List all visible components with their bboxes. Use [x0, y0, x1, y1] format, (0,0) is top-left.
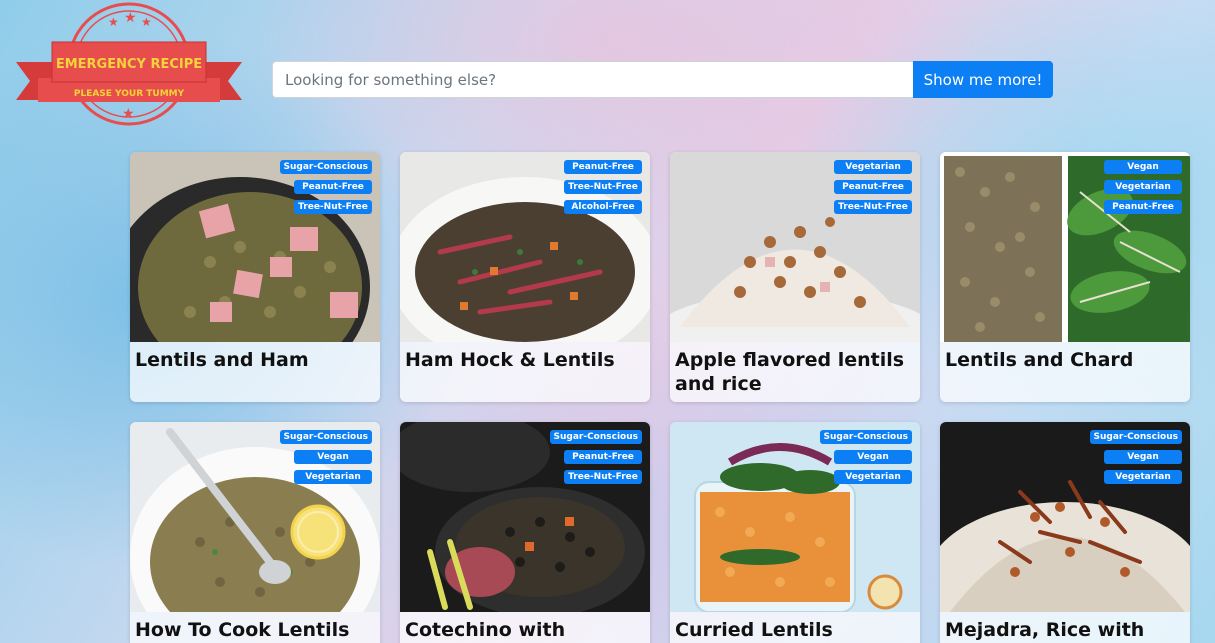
recipe-card[interactable]: Sugar-Conscious Vegan Vegetarian How To …: [130, 422, 380, 643]
diet-label: Sugar-Conscious: [549, 430, 642, 444]
diet-label: Vegetarian: [294, 470, 372, 484]
diet-label: Sugar-Conscious: [279, 160, 372, 174]
diet-label: Peanut-Free: [564, 450, 642, 464]
diet-label: Vegetarian: [1104, 470, 1182, 484]
recipe-card[interactable]: Vegan Vegetarian Peanut-Free Lentils and…: [940, 152, 1190, 402]
recipe-card[interactable]: Sugar-Conscious Peanut-Free Tree-Nut-Fre…: [130, 152, 380, 402]
diet-label: Tree-Nut-Free: [834, 200, 912, 214]
diet-label: Peanut-Free: [834, 180, 912, 194]
svg-text:★: ★: [108, 15, 119, 29]
diet-labels: Sugar-Conscious Vegan Vegetarian: [279, 430, 372, 484]
recipe-title[interactable]: Ham Hock & Lentils: [400, 342, 650, 372]
svg-text:★: ★: [141, 15, 152, 29]
recipe-title[interactable]: Apple flavored lentils and rice: [670, 342, 920, 396]
diet-label: Sugar-Conscious: [819, 430, 912, 444]
diet-label: Vegan: [1104, 160, 1182, 174]
diet-labels: Sugar-Conscious Peanut-Free Tree-Nut-Fre…: [279, 160, 372, 214]
logo-tagline: PLEASE YOUR TUMMY: [74, 89, 185, 99]
diet-label: Vegetarian: [834, 160, 912, 174]
recipe-title[interactable]: Lentils and Ham: [130, 342, 380, 372]
diet-label: Tree-Nut-Free: [294, 200, 372, 214]
show-more-button[interactable]: Show me more!: [913, 61, 1053, 98]
diet-label: Peanut-Free: [294, 180, 372, 194]
logo-title: EMERGENCY RECIPE: [56, 57, 202, 72]
site-logo[interactable]: ★ ★ ★ ★ EMERGENCY RECIPE PLEASE YOUR TUM…: [14, 0, 244, 132]
recipe-card[interactable]: Sugar-Conscious Vegan Vegetarian Curried…: [670, 422, 920, 643]
recipe-title[interactable]: How To Cook Lentils On: [130, 612, 380, 643]
recipe-title[interactable]: Cotechino with Beluga: [400, 612, 650, 643]
search-bar: Show me more!: [272, 61, 1053, 98]
diet-label: Sugar-Conscious: [279, 430, 372, 444]
diet-label: Vegan: [834, 450, 912, 464]
diet-label: Peanut-Free: [564, 160, 642, 174]
recipe-grid: Sugar-Conscious Peanut-Free Tree-Nut-Fre…: [130, 152, 1190, 643]
recipe-image: Vegan Vegetarian Peanut-Free: [940, 152, 1190, 342]
recipe-image: Sugar-Conscious Vegan Vegetarian: [130, 422, 380, 612]
recipe-card[interactable]: Sugar-Conscious Peanut-Free Tree-Nut-Fre…: [400, 422, 650, 643]
recipe-image: Vegetarian Peanut-Free Tree-Nut-Free: [670, 152, 920, 342]
diet-label: Alcohol-Free: [564, 200, 642, 214]
diet-label: Tree-Nut-Free: [564, 180, 642, 194]
recipe-image: Sugar-Conscious Vegan Vegetarian: [940, 422, 1190, 612]
recipe-title[interactable]: Mejadra, Rice with: [940, 612, 1190, 642]
recipe-title[interactable]: Curried Lentils: [670, 612, 920, 642]
search-input[interactable]: [272, 61, 913, 98]
recipe-image: Sugar-Conscious Vegan Vegetarian: [670, 422, 920, 612]
diet-labels: Vegan Vegetarian Peanut-Free: [1104, 160, 1182, 214]
diet-label: Tree-Nut-Free: [564, 470, 642, 484]
diet-label: Vegetarian: [834, 470, 912, 484]
recipe-card[interactable]: Sugar-Conscious Vegan Vegetarian Mejadra…: [940, 422, 1190, 643]
recipe-title[interactable]: Lentils and Chard: [940, 342, 1190, 372]
recipe-card[interactable]: Peanut-Free Tree-Nut-Free Alcohol-Free H…: [400, 152, 650, 402]
diet-labels: Peanut-Free Tree-Nut-Free Alcohol-Free: [564, 160, 642, 214]
recipe-image: Peanut-Free Tree-Nut-Free Alcohol-Free: [400, 152, 650, 342]
diet-labels: Sugar-Conscious Vegan Vegetarian: [1089, 430, 1182, 484]
diet-label: Vegan: [1104, 450, 1182, 464]
diet-label: Peanut-Free: [1104, 200, 1182, 214]
svg-text:★: ★: [122, 106, 135, 122]
diet-label: Vegan: [294, 450, 372, 464]
diet-label: Vegetarian: [1104, 180, 1182, 194]
diet-labels: Sugar-Conscious Peanut-Free Tree-Nut-Fre…: [549, 430, 642, 484]
recipe-image: Sugar-Conscious Peanut-Free Tree-Nut-Fre…: [130, 152, 380, 342]
recipe-image: Sugar-Conscious Peanut-Free Tree-Nut-Fre…: [400, 422, 650, 612]
diet-labels: Sugar-Conscious Vegan Vegetarian: [819, 430, 912, 484]
svg-text:★: ★: [124, 10, 137, 26]
diet-label: Sugar-Conscious: [1089, 430, 1182, 444]
diet-labels: Vegetarian Peanut-Free Tree-Nut-Free: [834, 160, 912, 214]
recipe-card[interactable]: Vegetarian Peanut-Free Tree-Nut-Free App…: [670, 152, 920, 402]
